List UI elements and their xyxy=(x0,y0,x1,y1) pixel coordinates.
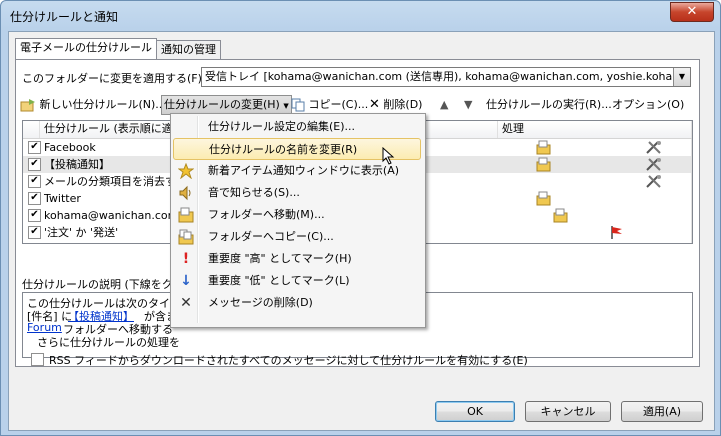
description-line: さらに仕分けルールの処理を xyxy=(37,336,180,349)
copy-rule-button[interactable]: コピー(C)... xyxy=(291,96,368,114)
dialog-title: 仕分けルールと通知 xyxy=(10,10,119,24)
dropdown-arrow-icon: ▼ xyxy=(283,102,289,110)
menu-item-move-to-folder[interactable]: フォルダーへ移動(M)... xyxy=(173,204,421,226)
folder-select[interactable]: 受信トレイ [kohama@wanichan.com (送信専用), koham… xyxy=(201,67,691,87)
rules-dialog: 仕分けルールと通知 ✕ 電子メールの仕分けルール 通知の管理 このフォルダーに変… xyxy=(0,0,721,436)
menu-item-label: 仕分けルールの名前を変更(R) xyxy=(209,143,358,156)
tools-icon xyxy=(646,175,661,188)
new-rule-button[interactable]: 新しい仕分けルール(N)... xyxy=(20,96,166,114)
menu-item-label: フォルダーへ移動(M)... xyxy=(208,208,325,221)
rule-checkbox[interactable]: ✔ xyxy=(28,209,41,222)
copy-label: コピー(C)... xyxy=(308,98,369,111)
cancel-button[interactable]: キャンセル xyxy=(525,401,611,422)
menu-item-label: メッセージの削除(D) xyxy=(208,296,313,309)
move-to-folder-icon xyxy=(536,157,551,172)
rss-checkbox[interactable] xyxy=(31,353,44,366)
rule-checkbox[interactable]: ✔ xyxy=(28,226,41,239)
rule-checkbox[interactable]: ✔ xyxy=(28,141,41,154)
close-button[interactable]: ✕ xyxy=(670,2,714,22)
delete-x-icon: ✕ xyxy=(180,295,192,311)
description-label: 仕分けルールの説明 (下線をク xyxy=(22,278,173,291)
menu-item-edit-settings[interactable]: 仕分けルール設定の編集(E)... xyxy=(173,116,421,138)
move-to-folder-icon xyxy=(536,191,551,206)
header-actions[interactable]: 処理 xyxy=(498,121,692,138)
menu-item-label: 重要度 "高" としてマーク(H) xyxy=(208,252,352,265)
description-folder-link[interactable]: Forum xyxy=(27,321,62,334)
apply-button[interactable]: 適用(A) xyxy=(621,401,703,422)
ok-button[interactable]: OK xyxy=(435,401,515,422)
folder-select-value: 受信トレイ [kohama@wanichan.com (送信専用), koham… xyxy=(205,70,690,83)
rule-name: メールの分類項目を消去す xyxy=(44,175,176,188)
new-rule-label: 新しい仕分けルール(N)... xyxy=(39,98,166,111)
menu-item-label: 仕分けルール設定の編集(E)... xyxy=(208,120,356,133)
change-rule-menu: 仕分けルール設定の編集(E)... 仕分けルールの名前を変更(R) 新着アイテム… xyxy=(170,113,426,328)
run-rules-button[interactable]: 仕分けルールの実行(R)... xyxy=(486,96,612,114)
change-rule-button[interactable]: 仕分けルールの変更(H) ▼ xyxy=(161,95,292,115)
title-bar[interactable]: 仕分けルールと通知 ✕ xyxy=(1,1,720,31)
rule-name: '注文' か '発送' xyxy=(44,226,119,239)
folder-label: このフォルダーに変更を適用する(F): xyxy=(22,72,206,85)
rule-checkbox[interactable]: ✔ xyxy=(28,175,41,188)
down-arrow-icon: ▼ xyxy=(464,98,473,111)
menu-item-mark-low[interactable]: ↓ 重要度 "低" としてマーク(L) xyxy=(173,270,421,292)
move-to-folder-icon xyxy=(553,208,568,223)
menu-item-label: 新着アイテム通知ウィンドウに表示(A) xyxy=(208,164,400,177)
tools-icon xyxy=(646,141,661,154)
tab-manage-alerts[interactable]: 通知の管理 xyxy=(156,40,221,60)
menu-item-rename[interactable]: 仕分けルールの名前を変更(R) xyxy=(173,138,421,165)
delete-label: 削除(D) xyxy=(383,98,423,111)
menu-item-mark-high[interactable]: ! 重要度 "高" としてマーク(H) xyxy=(173,248,421,270)
rule-name: Twitter xyxy=(44,192,81,205)
copy-icon xyxy=(291,98,305,112)
options-button[interactable]: オプション(O) xyxy=(612,96,684,114)
exclamation-icon: ! xyxy=(182,251,190,267)
move-to-folder-icon xyxy=(536,140,551,155)
rule-name: kohama@wanichan.com ( xyxy=(44,209,187,222)
rule-name: Facebook xyxy=(44,141,96,154)
speaker-icon xyxy=(179,185,191,201)
down-arrow-icon: ↓ xyxy=(180,273,192,289)
list-divider xyxy=(691,139,692,243)
tab-email-rules[interactable]: 電子メールの仕分けルール xyxy=(15,38,157,60)
menu-item-label: 重要度 "低" としてマーク(L) xyxy=(208,274,350,287)
chevron-down-icon[interactable]: ▼ xyxy=(673,68,690,86)
move-down-button[interactable]: ▼ xyxy=(464,96,472,114)
menu-item-play-sound[interactable]: 音で知らせる(S)... xyxy=(173,182,421,204)
rss-label: RSS フィードからダウンロードされたすべてのメッセージに対して仕分けルールを有… xyxy=(49,354,528,367)
move-up-button[interactable]: ▲ xyxy=(440,96,448,114)
up-arrow-icon: ▲ xyxy=(440,98,449,111)
move-folder-icon xyxy=(178,207,194,223)
flag-icon xyxy=(611,226,622,239)
rule-checkbox[interactable]: ✔ xyxy=(28,192,41,205)
tools-icon xyxy=(646,158,661,171)
change-rule-label: 仕分けルールの変更(H) xyxy=(164,98,280,111)
star-icon xyxy=(178,163,194,179)
delete-rule-button[interactable]: ✕ 削除(D) xyxy=(369,96,422,114)
rule-name: 【投稿通知】 xyxy=(44,158,110,171)
menu-item-label: フォルダーへコピー(C)... xyxy=(208,230,334,243)
menu-item-label: 音で知らせる(S)... xyxy=(208,186,300,199)
menu-item-delete-message[interactable]: ✕ メッセージの削除(D) xyxy=(173,292,421,314)
delete-icon: ✕ xyxy=(369,97,380,112)
copy-folder-icon xyxy=(178,229,194,245)
menu-item-copy-to-folder[interactable]: フォルダーへコピー(C)... xyxy=(173,226,421,248)
menu-item-new-item-alert[interactable]: 新着アイテム通知ウィンドウに表示(A) xyxy=(173,160,421,182)
new-rule-icon xyxy=(20,99,35,112)
header-checkbox-column xyxy=(23,121,40,138)
rule-checkbox[interactable]: ✔ xyxy=(28,158,41,171)
